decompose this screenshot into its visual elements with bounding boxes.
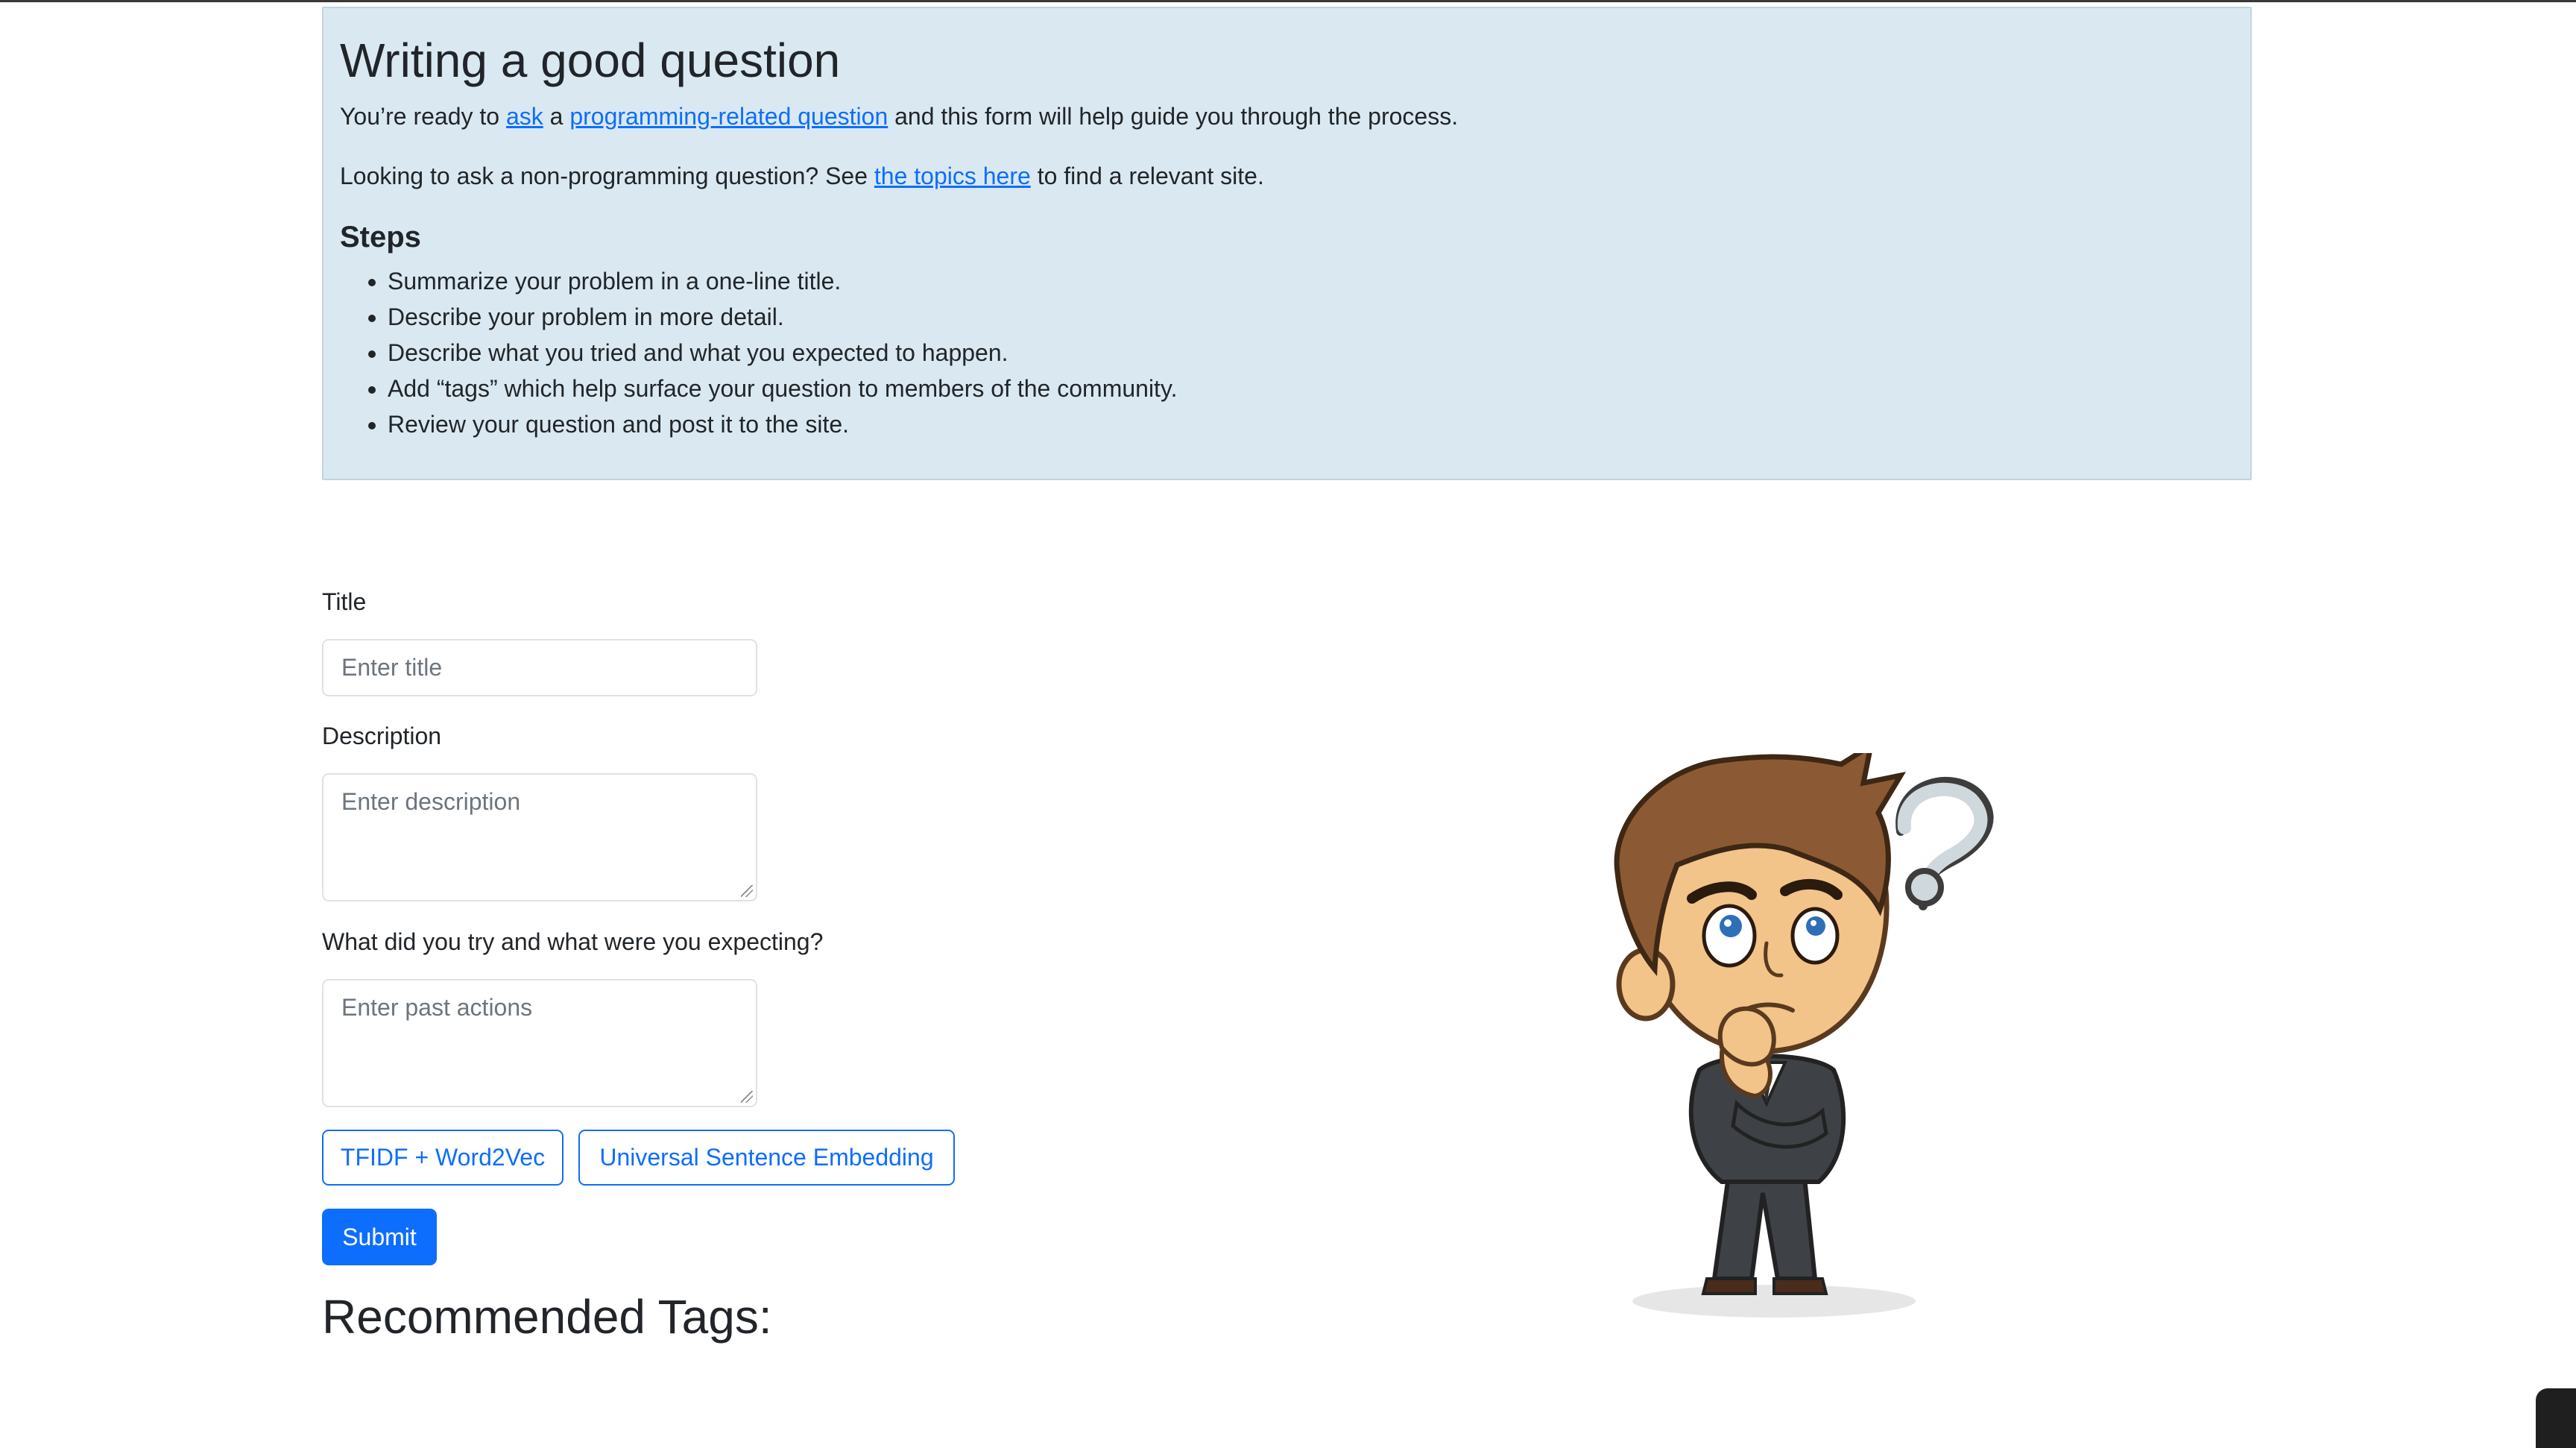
step-item: Summarize your problem in a one-line tit…: [368, 263, 2234, 299]
recommended-tags-heading: Recommended Tags:: [322, 1290, 772, 1344]
description-label: Description: [322, 723, 442, 749]
tfidf-word2vec-button[interactable]: TFIDF + Word2Vec: [322, 1130, 564, 1186]
step-item: Add “tags” which help surface your quest…: [368, 371, 2234, 406]
guide-intro: You’re ready to ask a programming-relate…: [340, 99, 2234, 133]
steps-heading: Steps: [340, 221, 421, 254]
guide-nonprog: Looking to ask a non-programming questio…: [340, 159, 2234, 193]
thinking-man-question-mark-illustration-icon: [1614, 753, 1994, 1318]
ask-link[interactable]: ask: [506, 103, 543, 130]
tried-label: What did you try and what were you expec…: [322, 928, 824, 955]
intro-text: a: [543, 103, 570, 130]
title-input[interactable]: [322, 639, 757, 696]
topics-link[interactable]: the topics here: [874, 163, 1031, 189]
programming-question-link[interactable]: programming-related question: [569, 103, 888, 130]
step-item: Describe your problem in more detail.: [368, 299, 2234, 335]
steps-list: Summarize your problem in a one-line tit…: [340, 263, 2234, 442]
guide-panel: Writing a good question You’re ready to …: [322, 7, 2252, 480]
description-textarea[interactable]: [322, 773, 757, 901]
nonprog-text: Looking to ask a non-programming questio…: [340, 163, 874, 189]
submit-button[interactable]: Submit: [322, 1209, 437, 1265]
resize-grip-icon[interactable]: [741, 1091, 753, 1103]
universal-sentence-embedding-button[interactable]: Universal Sentence Embedding: [578, 1130, 955, 1186]
nonprog-text: to find a relevant site.: [1030, 163, 1264, 189]
intro-text: and this form will help guide you throug…: [888, 103, 1459, 130]
guide-title: Writing a good question: [340, 34, 841, 87]
intro-text: You’re ready to: [340, 103, 506, 130]
resize-grip-icon[interactable]: [741, 885, 753, 897]
step-item: Describe what you tried and what you exp…: [368, 335, 2234, 371]
step-item: Review your question and post it to the …: [368, 406, 2234, 442]
top-border: [0, 0, 2576, 2]
corner-widget[interactable]: [2536, 1388, 2576, 1448]
title-label: Title: [322, 588, 367, 615]
past-actions-textarea[interactable]: [322, 979, 757, 1107]
